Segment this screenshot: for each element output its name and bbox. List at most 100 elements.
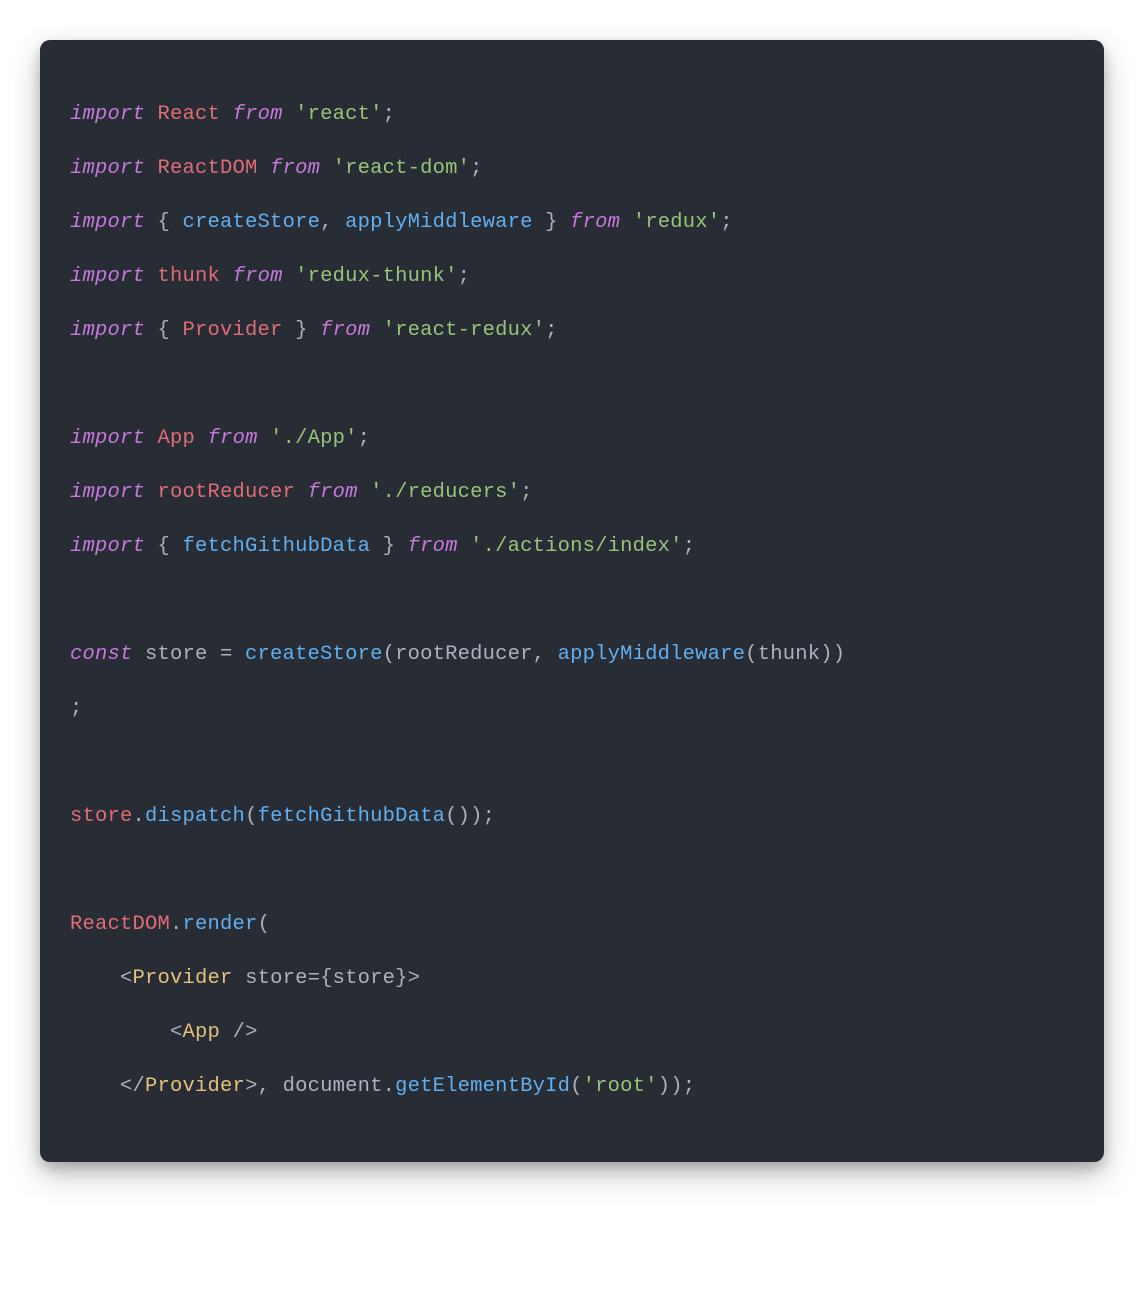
jsx-gt: >, [245, 1075, 283, 1098]
indent [70, 967, 120, 990]
rbrace: } [283, 319, 308, 342]
code-line: <App /> [70, 1006, 1074, 1060]
semicolon: ; [70, 697, 83, 720]
indent [70, 1075, 120, 1098]
jsx-provider: Provider [133, 967, 233, 990]
semicolon: ; [470, 157, 483, 180]
keyword-const: const [70, 643, 133, 666]
string: './reducers' [370, 481, 520, 504]
jsx-selfclose: /> [220, 1021, 258, 1044]
string: 'react' [295, 103, 383, 126]
identifier-rootreducer: rootReducer [158, 481, 296, 504]
blank-line [70, 574, 1074, 628]
keyword-from: from [320, 319, 370, 342]
keyword-import: import [70, 535, 145, 558]
identifier-fetchgithubdata: fetchGithubData [258, 805, 446, 828]
identifier-thunk: thunk [758, 643, 821, 666]
semicolon: ; [545, 319, 558, 342]
keyword-from: from [233, 103, 283, 126]
identifier-fetchgithubdata: fetchGithubData [183, 535, 371, 558]
code-line: import thunk from 'redux-thunk'; [70, 250, 1074, 304]
lparen: ( [258, 913, 271, 936]
string: 'react-redux' [383, 319, 546, 342]
keyword-import: import [70, 211, 145, 234]
identifier-getelementbyid: getElementById [395, 1075, 570, 1098]
identifier-applymiddleware: applyMiddleware [345, 211, 533, 234]
comma: , [320, 211, 345, 234]
code-line: import React from 'react'; [70, 88, 1074, 142]
identifier-reactdom: ReactDOM [70, 913, 170, 936]
dot: . [170, 913, 183, 936]
string: './App' [270, 427, 358, 450]
blank-line [70, 736, 1074, 790]
keyword-import: import [70, 157, 145, 180]
identifier-document: document [283, 1075, 383, 1098]
keyword-from: from [233, 265, 283, 288]
keyword-import: import [70, 427, 145, 450]
code-line: import App from './App'; [70, 412, 1074, 466]
string: 'redux' [633, 211, 721, 234]
dot: . [133, 805, 146, 828]
string: './actions/index' [470, 535, 683, 558]
code-line: </Provider>, document.getElementById('ro… [70, 1060, 1074, 1114]
code-block: import React from 'react'; import ReactD… [40, 40, 1104, 1162]
blank-line [70, 358, 1074, 412]
semicolon: ; [358, 427, 371, 450]
jsx-app: App [183, 1021, 221, 1044]
lparen: ( [745, 643, 758, 666]
keyword-from: from [570, 211, 620, 234]
identifier-app: App [158, 427, 196, 450]
code-line: import rootReducer from './reducers'; [70, 466, 1074, 520]
comma: , [533, 643, 558, 666]
keyword-from: from [308, 481, 358, 504]
identifier-render: render [183, 913, 258, 936]
semicolon: ; [683, 535, 696, 558]
keyword-from: from [270, 157, 320, 180]
lparen: ( [245, 805, 258, 828]
code-line: import { Provider } from 'react-redux'; [70, 304, 1074, 358]
string: 'root' [583, 1075, 658, 1098]
semicolon: ; [458, 265, 471, 288]
code-line: import ReactDOM from 'react-dom'; [70, 142, 1074, 196]
semicolon: ; [483, 805, 496, 828]
identifier-store: store = [133, 643, 246, 666]
blank-line [70, 844, 1074, 898]
rbrace: } [370, 535, 395, 558]
string: 'redux-thunk' [295, 265, 458, 288]
code-line: ; [70, 682, 1074, 736]
semicolon: ; [520, 481, 533, 504]
keyword-import: import [70, 103, 145, 126]
identifier-applymiddleware: applyMiddleware [558, 643, 746, 666]
keyword-import: import [70, 265, 145, 288]
keyword-from: from [408, 535, 458, 558]
identifier-react: React [158, 103, 221, 126]
jsx-attr: store={store}> [233, 967, 421, 990]
lbrace: { [158, 535, 183, 558]
parens: ()) [445, 805, 483, 828]
code-line: store.dispatch(fetchGithubData()); [70, 790, 1074, 844]
code-line: import { createStore, applyMiddleware } … [70, 196, 1074, 250]
semicolon: ; [383, 103, 396, 126]
identifier-store: store [70, 805, 133, 828]
indent [70, 1021, 170, 1044]
rbrace: } [533, 211, 558, 234]
rparen: )) [820, 643, 845, 666]
lbrace: { [158, 319, 183, 342]
identifier-thunk: thunk [158, 265, 221, 288]
jsx-lt: </ [120, 1075, 145, 1098]
identifier-createstore: createStore [183, 211, 321, 234]
identifier-provider: Provider [183, 319, 283, 342]
string: 'react-dom' [333, 157, 471, 180]
jsx-provider: Provider [145, 1075, 245, 1098]
lparen: ( [383, 643, 396, 666]
code-line: ReactDOM.render( [70, 898, 1074, 952]
jsx-lt: < [120, 967, 133, 990]
page: import React from 'react'; import ReactD… [0, 0, 1144, 1308]
identifier-reactdom: ReactDOM [158, 157, 258, 180]
lparen: ( [570, 1075, 583, 1098]
lbrace: { [158, 211, 183, 234]
keyword-import: import [70, 319, 145, 342]
code-line: <Provider store={store}> [70, 952, 1074, 1006]
keyword-import: import [70, 481, 145, 504]
end: )); [658, 1075, 696, 1098]
